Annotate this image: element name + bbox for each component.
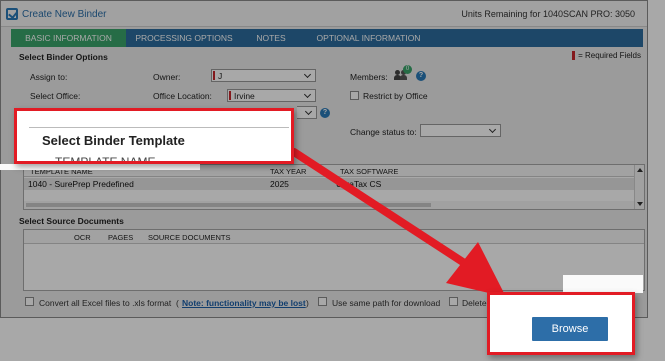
template-zoom-callout: Select Binder Template TEMPLATE NAME (14, 108, 294, 164)
zoom-tail (563, 275, 643, 293)
callout-arrow-head (446, 242, 506, 297)
template-popup-subheading: TEMPLATE NAME (55, 155, 156, 164)
browse-zoom-callout: Browse (487, 292, 635, 355)
template-popup-heading: Select Binder Template (42, 133, 185, 148)
zoom-tail (0, 164, 200, 170)
callout-arrow-shaft (290, 148, 476, 272)
template-search-field[interactable] (29, 114, 289, 128)
browse-button[interactable]: Browse (532, 317, 608, 341)
